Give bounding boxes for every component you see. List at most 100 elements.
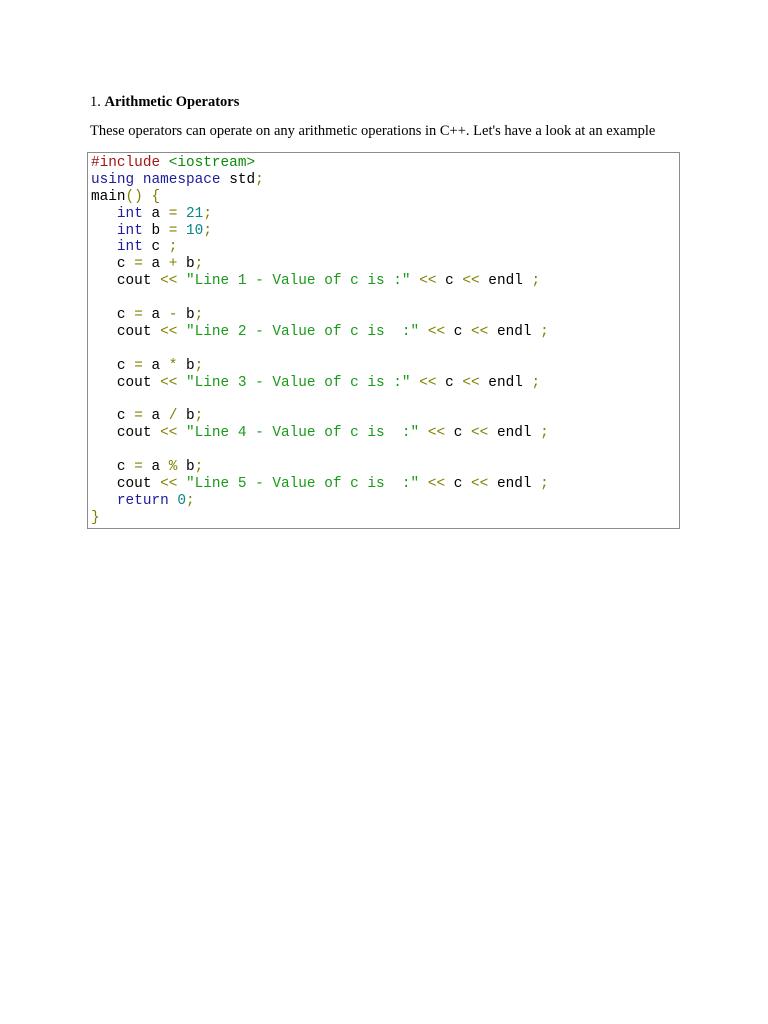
code-token: ;: [194, 408, 204, 425]
code-token: a: [142, 256, 169, 273]
code-token: ;: [203, 205, 212, 222]
section-heading: 1. Arithmetic Operators: [90, 93, 239, 111]
code-token: <<: [462, 374, 480, 391]
code-token: endl: [479, 273, 532, 290]
code-line: cout << "Line 1 - Value of c is :" << c …: [91, 273, 549, 290]
code-token: a: [142, 357, 169, 374]
code-token: =: [134, 459, 143, 476]
code-line: return 0;: [91, 493, 549, 510]
code-line: c = a + b;: [91, 256, 549, 273]
code-token: c: [91, 256, 135, 273]
code-token: c: [445, 475, 472, 492]
code-token: <iostream>: [168, 155, 256, 171]
code-token: c: [445, 323, 472, 340]
code-token: b: [177, 408, 195, 425]
code-token: <<: [471, 323, 489, 340]
code-token: int: [116, 239, 143, 256]
code-token: "Line 4 - Value of c is :": [186, 425, 420, 442]
code-token: a: [142, 205, 169, 222]
code-line: main() {: [91, 189, 549, 206]
code-token: <<: [160, 323, 178, 340]
code-line: c = a * b;: [91, 358, 549, 375]
code-token: a: [142, 307, 169, 324]
code-token: cout: [91, 374, 161, 391]
code-token: <<: [160, 425, 178, 442]
code-token: cout: [91, 273, 161, 290]
code-token: =: [134, 307, 143, 324]
code-token: ;: [540, 425, 549, 442]
code-token: "Line 3 - Value of c is :": [186, 374, 411, 391]
code-line: int c ;: [91, 239, 549, 256]
code-token: c: [436, 273, 463, 290]
code-token: using: [91, 171, 135, 188]
code-token: <<: [160, 475, 178, 492]
code-token: c: [445, 425, 472, 442]
code-token: c: [91, 459, 135, 476]
code-token: ;: [194, 256, 204, 273]
code-token: int: [116, 222, 143, 239]
code-token: <<: [419, 273, 437, 290]
code-token: b: [177, 357, 195, 374]
code-token: namespace: [142, 171, 221, 188]
code-token: c: [436, 374, 463, 391]
code-token: =: [134, 357, 143, 374]
code-block: #include <iostream> using namespace std; m…: [87, 152, 680, 529]
code-token: b: [177, 307, 195, 324]
code-token: endl: [488, 425, 541, 442]
code-token: ;: [194, 459, 204, 476]
code-line: c = a % b;: [91, 459, 549, 476]
code-token: cout: [91, 323, 161, 340]
code-line: cout << "Line 3 - Value of c is :" << c …: [91, 375, 549, 392]
code-token: int: [116, 205, 143, 222]
code-token: endl: [488, 475, 541, 492]
code-line: int a = 21;: [91, 206, 549, 223]
code-token: <<: [160, 374, 178, 391]
code-token: ;: [194, 357, 204, 374]
code-token: return: [116, 492, 169, 509]
section-number: 1.: [90, 94, 101, 110]
code-token: cout: [91, 425, 161, 442]
code-line: cout << "Line 4 - Value of c is :" << c …: [91, 425, 549, 442]
code-token: c: [91, 357, 135, 374]
code-token: a: [142, 408, 169, 425]
code-token: b: [142, 222, 169, 239]
code-token: <<: [427, 475, 446, 492]
code-token: =: [134, 408, 143, 425]
code-token: ;: [531, 273, 541, 290]
code-token: endl: [488, 323, 541, 340]
code-line: cout << "Line 5 - Value of c is :" << c …: [91, 476, 549, 493]
code-token: 21: [186, 205, 204, 222]
code-token: <<: [471, 475, 489, 492]
code-token: }: [91, 509, 100, 526]
code-token: std: [220, 171, 256, 188]
code-line: int b = 10;: [91, 223, 549, 240]
code-token: c: [91, 408, 135, 425]
code-token: <<: [462, 273, 480, 290]
code-token: endl: [479, 374, 532, 391]
code-token: "Line 5 - Value of c is :": [186, 475, 420, 492]
code-token: =: [134, 256, 143, 273]
code-line: using namespace std;: [91, 172, 549, 189]
code-token: c: [142, 239, 169, 256]
code-token: 10: [186, 222, 204, 239]
code-token: <<: [427, 323, 446, 340]
